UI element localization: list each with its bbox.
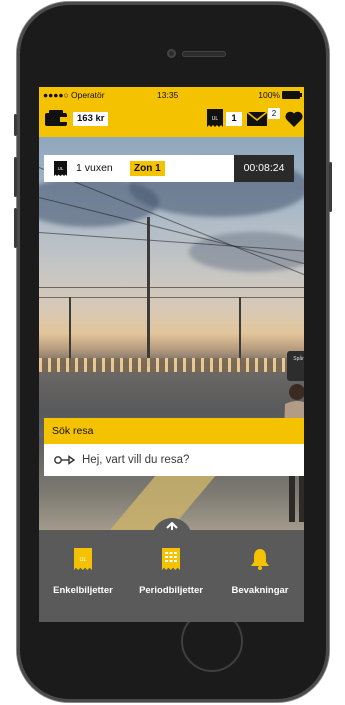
front-camera (167, 49, 176, 58)
search-box[interactable] (44, 444, 304, 476)
status-bar: ●●●●○ Operatör 13:35 100% (39, 90, 304, 102)
messages-count[interactable]: 2 (268, 108, 280, 119)
platform-sign-text: Spår 5b (293, 356, 304, 362)
ticket-icon: UL (54, 161, 67, 176)
nav-item-bevakningar[interactable]: Bevakningar (216, 540, 304, 610)
ticket-timer: 00:08:24 (234, 155, 294, 182)
platform-sign: Spår 5b (287, 351, 304, 381)
heart-icon[interactable] (285, 111, 303, 127)
power-button (329, 162, 332, 212)
wallet-icon[interactable] (45, 110, 67, 126)
search-header: Sök resa (44, 418, 304, 444)
nav-item-enkelbiljetter[interactable]: UL Enkelbiljetter (39, 540, 127, 610)
route-icon (54, 455, 76, 465)
ticket-travellers: 1 vuxen (76, 162, 113, 174)
mute-switch (14, 114, 17, 136)
nav-label: Periodbiljetter (139, 585, 203, 596)
volume-up-button (14, 157, 17, 197)
nav-label: Bevakningar (231, 585, 289, 596)
earpiece-speaker (182, 51, 226, 57)
ticket-icon[interactable]: UL (206, 109, 224, 127)
single-ticket-icon: UL (74, 548, 92, 570)
volume-down-button (14, 208, 17, 248)
bottom-nav: UL Enkelbiljetter Periodbiljetter Bevakn… (39, 530, 304, 622)
nav-label: Enkelbiljetter (53, 585, 113, 596)
search-input[interactable] (82, 450, 292, 470)
period-ticket-icon (162, 548, 180, 570)
svg-text:UL: UL (212, 116, 219, 122)
top-bar: ●●●●○ Operatör 13:35 100% 163 kr UL 1 2 … (39, 87, 304, 137)
active-ticket-bar[interactable]: UL 1 vuxen Zon 1 00:08:24 (44, 155, 294, 182)
app-screen: Spår 5b ●●●●○ Operatör 13:35 100% 163 kr… (39, 87, 304, 622)
battery-label: 100% (258, 90, 280, 100)
mail-icon[interactable] (247, 112, 267, 126)
bell-icon (251, 549, 269, 570)
ticket-zone-badge: Zon 1 (130, 161, 165, 176)
wallet-balance[interactable]: 163 kr (73, 112, 109, 126)
nav-item-periodbiljetter[interactable]: Periodbiljetter (127, 540, 215, 610)
single-ticket-icon-text: UL (79, 557, 86, 563)
ticket-icon-text: UL (58, 166, 64, 171)
battery-icon (282, 91, 302, 99)
tickets-count[interactable]: 1 (226, 112, 242, 126)
clock: 13:35 (157, 90, 179, 100)
carrier-label: ●●●●○ Operatör (43, 90, 105, 100)
search-title: Sök resa (52, 425, 94, 437)
